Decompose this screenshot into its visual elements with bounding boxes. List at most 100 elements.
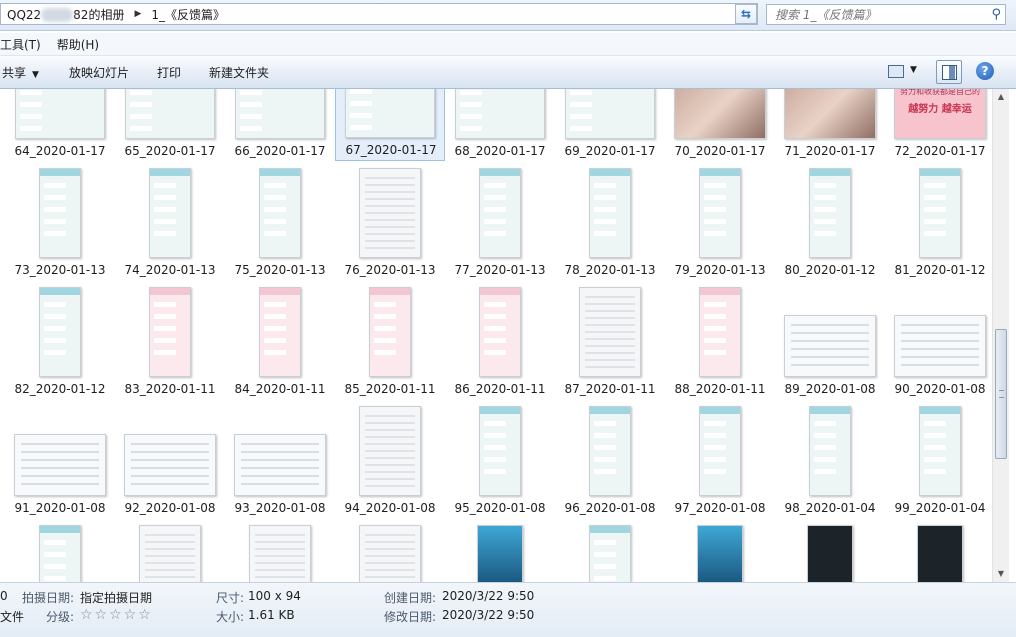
breadcrumb-album-prefix: QQ22 <box>7 7 42 22</box>
file-item[interactable]: 67_2020-01-17 <box>335 89 445 161</box>
file-item[interactable]: 64_2020-01-17 <box>5 89 115 161</box>
breadcrumb-current-folder[interactable]: 1_《反馈篇》 <box>145 6 231 23</box>
file-name: 91_2020-01-08 <box>14 501 106 515</box>
change-view-button[interactable]: ▼ <box>886 62 926 82</box>
file-item[interactable]: 83_2020-01-11 <box>115 281 225 399</box>
file-item[interactable]: 90_2020-01-08 <box>885 281 992 399</box>
scrollbar-thumb[interactable] <box>995 329 1007 459</box>
file-item[interactable]: 85_2020-01-11 <box>335 281 445 399</box>
print-button[interactable]: 打印 <box>143 64 195 81</box>
date-taken-value[interactable]: 指定拍摄日期 <box>80 589 152 606</box>
file-item[interactable]: 79_2020-01-13 <box>665 162 775 280</box>
scroll-down-icon[interactable]: ▼ <box>993 566 1009 582</box>
file-item[interactable]: 71_2020-01-17 <box>775 89 885 161</box>
file-item[interactable] <box>775 519 885 582</box>
file-item[interactable]: 87_2020-01-11 <box>555 281 665 399</box>
file-item[interactable] <box>665 519 775 582</box>
view-icon <box>888 65 904 78</box>
file-thumbnail <box>579 287 641 377</box>
file-name: 70_2020-01-17 <box>674 144 766 158</box>
file-item[interactable]: 75_2020-01-13 <box>225 162 335 280</box>
file-item[interactable]: 99_2020-01-04 <box>885 400 992 518</box>
file-name: 80_2020-01-12 <box>784 263 876 277</box>
file-item[interactable]: 93_2020-01-08 <box>225 400 335 518</box>
file-item[interactable] <box>225 519 335 582</box>
file-item[interactable] <box>335 519 445 582</box>
file-thumbnail <box>919 168 961 258</box>
file-thumbnail <box>479 168 521 258</box>
breadcrumb-album-suffix: 82的相册 <box>73 7 125 22</box>
refresh-button[interactable]: ⇆ <box>735 4 757 24</box>
file-item[interactable]: 73_2020-01-13 <box>5 162 115 280</box>
file-item[interactable]: 69_2020-01-17 <box>555 89 665 161</box>
file-item[interactable]: 81_2020-01-12 <box>885 162 992 280</box>
file-item[interactable] <box>445 519 555 582</box>
scroll-up-icon[interactable]: ▲ <box>993 89 1009 105</box>
file-thumbnail <box>589 406 631 496</box>
created-value: 2020/3/22 9:50 <box>442 589 535 603</box>
slideshow-button[interactable]: 放映幻灯片 <box>53 64 143 81</box>
file-item[interactable]: 65_2020-01-17 <box>115 89 225 161</box>
file-name: 93_2020-01-08 <box>234 501 326 515</box>
grip-icon <box>999 390 1004 398</box>
file-name: 66_2020-01-17 <box>234 144 326 158</box>
file-thumbnail <box>809 168 851 258</box>
file-item[interactable]: 努力和收获都是自己的 越努力 越幸运 72_2020-01-17 <box>885 89 992 161</box>
menu-help[interactable]: 帮助(H) <box>49 36 107 53</box>
file-thumbnail <box>39 287 81 377</box>
breadcrumb-album[interactable]: QQ22 82的相册 <box>1 6 130 23</box>
file-item[interactable] <box>555 519 665 582</box>
address-breadcrumb[interactable]: QQ2282的相册 ▶ 1_《反馈篇》 ▼ <box>0 3 758 25</box>
search-box[interactable]: ⚲ <box>766 4 1006 25</box>
vertical-scrollbar[interactable]: ▲ ▼ <box>992 89 1009 582</box>
search-icon[interactable]: ⚲ <box>991 7 1001 22</box>
file-item[interactable]: 68_2020-01-17 <box>445 89 555 161</box>
file-item[interactable]: 91_2020-01-08 <box>5 400 115 518</box>
file-name: 78_2020-01-13 <box>564 263 656 277</box>
file-name: 96_2020-01-08 <box>564 501 656 515</box>
file-item[interactable]: 94_2020-01-08 <box>335 400 445 518</box>
file-name: 84_2020-01-11 <box>234 382 326 396</box>
file-item[interactable] <box>115 519 225 582</box>
refresh-icon: ⇆ <box>740 7 752 21</box>
file-thumbnail <box>807 525 853 582</box>
file-item[interactable]: 70_2020-01-17 <box>665 89 775 161</box>
file-item[interactable]: 76_2020-01-13 <box>335 162 445 280</box>
breadcrumb-separator-icon[interactable]: ▶ <box>130 9 145 19</box>
preview-pane-button[interactable] <box>936 60 962 84</box>
file-item[interactable]: 74_2020-01-13 <box>115 162 225 280</box>
share-button[interactable]: 共享 ▼ <box>0 64 53 81</box>
dimensions-value: 100 x 94 <box>248 589 301 603</box>
help-button[interactable]: ? <box>976 62 994 80</box>
file-item[interactable]: 92_2020-01-08 <box>115 400 225 518</box>
file-item[interactable]: 82_2020-01-12 <box>5 281 115 399</box>
size-value: 1.61 KB <box>248 608 295 622</box>
menu-bar: 工具(T) 帮助(H) <box>0 33 1016 56</box>
file-item[interactable]: 88_2020-01-11 <box>665 281 775 399</box>
file-item[interactable]: 84_2020-01-11 <box>225 281 335 399</box>
file-name: 82_2020-01-12 <box>14 382 106 396</box>
rating-stars[interactable]: ☆☆☆☆☆ <box>80 607 153 623</box>
file-thumbnail <box>39 168 81 258</box>
file-item[interactable]: 95_2020-01-08 <box>445 400 555 518</box>
file-name: 64_2020-01-17 <box>14 144 106 158</box>
file-item[interactable]: 77_2020-01-13 <box>445 162 555 280</box>
file-item[interactable]: 89_2020-01-08 <box>775 281 885 399</box>
file-item[interactable]: 96_2020-01-08 <box>555 400 665 518</box>
file-item[interactable] <box>885 519 992 582</box>
new-folder-button[interactable]: 新建文件夹 <box>195 64 283 81</box>
file-item[interactable] <box>5 519 115 582</box>
file-item[interactable]: 98_2020-01-04 <box>775 400 885 518</box>
file-name: 92_2020-01-08 <box>124 501 216 515</box>
modified-value: 2020/3/22 9:50 <box>442 608 535 622</box>
file-item[interactable]: 80_2020-01-12 <box>775 162 885 280</box>
file-item[interactable]: 86_2020-01-11 <box>445 281 555 399</box>
search-input[interactable] <box>767 5 975 24</box>
file-item[interactable]: 97_2020-01-08 <box>665 400 775 518</box>
file-name: 87_2020-01-11 <box>564 382 656 396</box>
file-item[interactable]: 78_2020-01-13 <box>555 162 665 280</box>
file-item[interactable]: 66_2020-01-17 <box>225 89 335 161</box>
file-thumbnail <box>249 525 311 582</box>
file-name: 79_2020-01-13 <box>674 263 766 277</box>
menu-tools[interactable]: 工具(T) <box>0 36 49 53</box>
